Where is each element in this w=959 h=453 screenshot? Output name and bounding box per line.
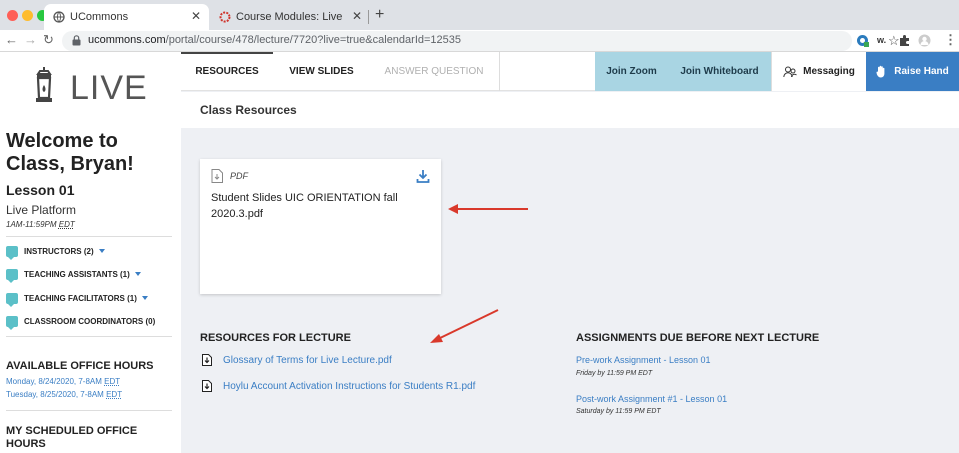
welcome-heading: Welcome to Class, Bryan! [6, 130, 134, 175]
profile-avatar-icon[interactable] [918, 34, 931, 47]
browser-tab-inactive[interactable]: Course Modules: Live Orientati ✕ [210, 4, 370, 30]
chevron-down-icon[interactable] [134, 272, 141, 276]
tab-title: Course Modules: Live Orientati [236, 11, 346, 23]
browser-tab-strip: UCommons ✕ Course Modules: Live Orientat… [0, 0, 959, 30]
url-text: ucommons.com/portal/course/478/lecture/7… [88, 34, 462, 46]
extension-icon[interactable] [856, 34, 869, 47]
resource-link[interactable]: Glossary of Terms for Live Lecture.pdf [223, 355, 392, 366]
lesson-time: 1AM-11:59PM EDT [6, 220, 75, 229]
download-icon[interactable] [416, 169, 430, 183]
office-hours-heading: AVAILABLE OFFICE HOURS [6, 360, 154, 372]
tab-title: UCommons [70, 11, 129, 23]
assignment-link[interactable]: Pre-work Assignment - Lesson 01 [576, 355, 711, 365]
join-whiteboard-button[interactable]: Join Whiteboard [668, 52, 771, 91]
lantern-logo-icon [36, 67, 52, 102]
extension-w-icon[interactable]: w. [877, 35, 890, 48]
divider [499, 52, 500, 91]
logo-text: LIVE [70, 69, 148, 107]
tab-answer-question[interactable]: ANSWER QUESTION [370, 52, 498, 91]
resources-for-lecture-heading: RESOURCES FOR LECTURE [200, 332, 351, 344]
assignments-heading: ASSIGNMENTS DUE BEFORE NEXT LECTURE [576, 332, 820, 344]
role-teaching-facilitators[interactable]: TEACHING FACILITATORS (1) [6, 291, 148, 307]
chat-bubble-icon [6, 315, 18, 330]
assignment-link[interactable]: Post-work Assignment #1 - Lesson 01 [576, 394, 727, 404]
office-hour-link[interactable]: Monday, 8/24/2020, 7-8AM EDT [6, 377, 120, 386]
class-resources-header: Class Resources [181, 92, 959, 128]
puzzle-icon[interactable] [898, 34, 911, 47]
messaging-button[interactable]: Messaging [771, 52, 866, 91]
divider [6, 336, 172, 337]
annotation-arrow-file [448, 204, 528, 214]
assignment-due-date: Saturday by 11:59 PM EDT [576, 408, 661, 415]
file-name: Student Slides UIC ORIENTATION fall 2020… [211, 192, 398, 220]
canvas-logo-icon [219, 11, 231, 23]
lock-icon [72, 35, 81, 46]
close-tab-icon[interactable]: ✕ [191, 9, 201, 23]
browser-toolbar: ← → ↻ ucommons.com/portal/course/478/lec… [0, 30, 959, 52]
browser-menu-icon[interactable]: ⋮ [944, 32, 957, 48]
join-zoom-button[interactable]: Join Zoom [595, 52, 668, 91]
role-teaching-assistants[interactable]: TEACHING ASSISTANTS (1) [6, 267, 141, 283]
divider [6, 236, 172, 237]
chat-bubble-icon [6, 268, 18, 283]
role-classroom-coordinators[interactable]: CLASSROOM COORDINATORS (0) [6, 314, 155, 330]
close-window-button[interactable] [7, 10, 18, 21]
annotation-arrow-resources [430, 309, 499, 343]
divider [6, 410, 172, 411]
back-icon[interactable]: ← [5, 32, 18, 47]
sidebar: LIVE Welcome to Class, Bryan! Lesson 01 … [0, 52, 181, 453]
new-tab-icon[interactable]: + [375, 6, 384, 24]
minimize-window-button[interactable] [22, 10, 33, 21]
reload-icon[interactable]: ↻ [43, 32, 54, 48]
address-bar[interactable]: ucommons.com/portal/course/478/lecture/7… [62, 31, 900, 51]
office-hour-link[interactable]: Tuesday, 8/25/2020, 7-8AM EDT [6, 390, 122, 399]
assignment-due-date: Friday by 11:59 PM EDT [576, 370, 653, 377]
hand-icon [876, 65, 885, 78]
globe-icon [53, 11, 65, 23]
people-icon [783, 66, 797, 77]
chat-bubble-icon [6, 245, 18, 260]
scheduled-office-hours-heading: MY SCHEDULED OFFICE HOURS [6, 425, 138, 450]
chat-bubble-icon [6, 292, 18, 307]
chevron-down-icon[interactable] [141, 296, 148, 300]
resource-link[interactable]: Hoylu Account Activation Instructions fo… [223, 381, 475, 392]
main-content: RESOURCES VIEW SLIDES ANSWER QUESTION Jo… [181, 52, 959, 453]
raise-hand-button[interactable]: Raise Hand [866, 52, 959, 91]
file-type-label: PDF [230, 171, 248, 181]
lesson-title: Lesson 01 [6, 182, 75, 198]
class-resources-title: Class Resources [200, 103, 297, 117]
forward-icon[interactable]: → [24, 32, 37, 47]
download-file-icon [202, 354, 212, 366]
file-card[interactable]: PDF Student Slides UIC ORIENTATION fall … [200, 159, 441, 294]
role-instructors[interactable]: INSTRUCTORS (2) [6, 244, 105, 260]
close-tab-icon[interactable]: ✕ [352, 9, 362, 23]
top-navigation: RESOURCES VIEW SLIDES ANSWER QUESTION Jo… [181, 52, 959, 91]
download-file-icon [202, 380, 212, 392]
chevron-down-icon[interactable] [98, 249, 105, 253]
pdf-file-icon [211, 169, 223, 183]
browser-tab-active[interactable]: UCommons ✕ [44, 4, 209, 30]
tab-resources[interactable]: RESOURCES [181, 52, 273, 91]
tab-view-slides[interactable]: VIEW SLIDES [273, 52, 370, 91]
tab-separator [368, 10, 369, 24]
platform-label: Live Platform [6, 203, 77, 217]
